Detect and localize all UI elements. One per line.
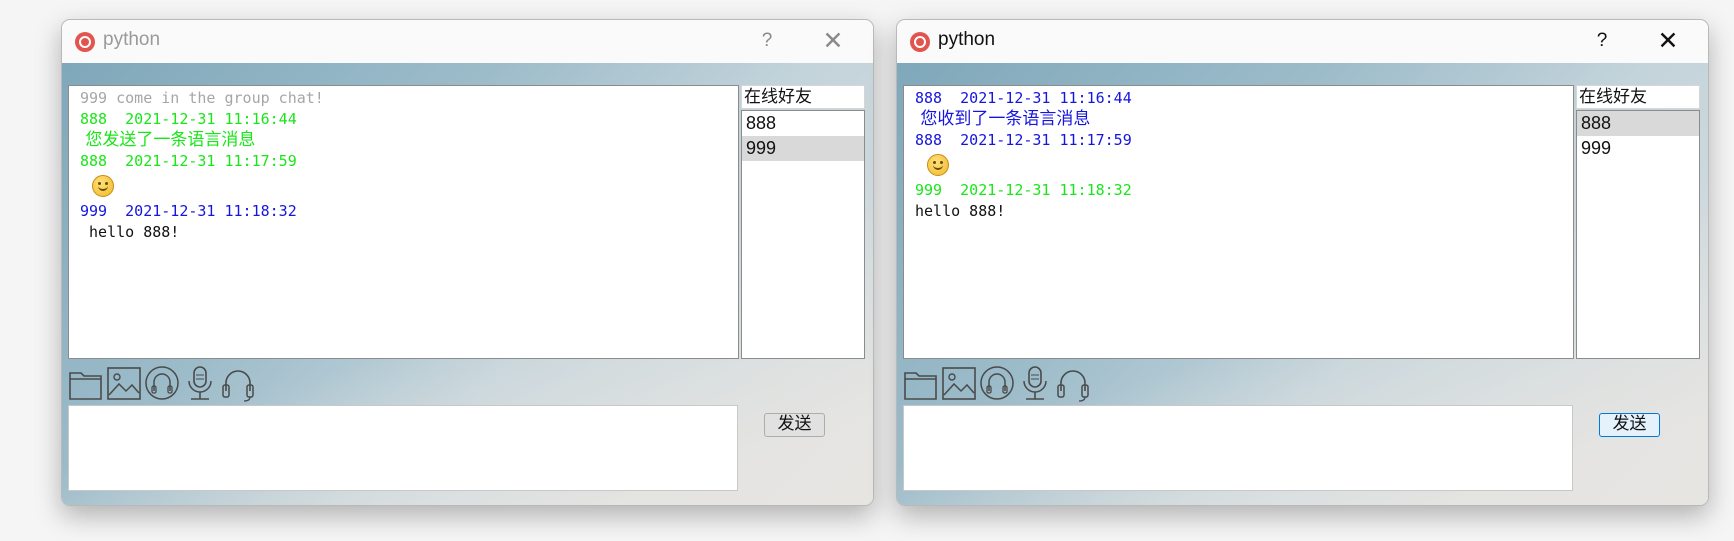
window-title: python [938, 29, 996, 50]
chat-line: 您收到了一条语言消息 [915, 109, 1091, 129]
online-friends-list[interactable]: 888 999 [741, 110, 865, 359]
friend-item-999[interactable]: 999 [742, 136, 864, 161]
toolbar [68, 365, 268, 402]
help-button[interactable]: ? [1579, 25, 1625, 57]
online-friends-header: 在线好友 [1576, 85, 1700, 109]
message-input[interactable] [68, 405, 738, 491]
message-input[interactable] [903, 405, 1573, 491]
chat-line: 999 2021-12-31 11:18:32 [80, 202, 297, 220]
send-button[interactable]: 发送 [764, 413, 825, 437]
chat-history[interactable]: 999 come in the group chat! 888 2021-12-3… [68, 85, 739, 359]
chat-line: 888 2021-12-31 11:17:59 [915, 131, 1132, 149]
chat-line: hello 888! [915, 202, 1006, 220]
image-icon[interactable] [106, 365, 142, 402]
chat-line: 888 2021-12-31 11:16:44 [915, 89, 1132, 107]
online-friends-list[interactable]: 888 999 [1576, 110, 1700, 359]
folder-icon[interactable] [903, 365, 939, 402]
chat-line: hello 888! [80, 223, 180, 241]
image-icon[interactable] [941, 365, 977, 402]
title-bar[interactable]: python ? ✕ [62, 20, 873, 63]
window-title: python [103, 29, 161, 50]
headphones-icon[interactable] [220, 365, 256, 402]
microphone-icon[interactable] [182, 365, 218, 402]
microphone-icon[interactable] [1017, 365, 1053, 402]
python-app-icon [910, 32, 930, 52]
help-button[interactable]: ? [744, 25, 790, 57]
chat-line: 888 2021-12-31 11:16:44 [80, 110, 297, 128]
headset-outline-icon[interactable] [979, 365, 1015, 402]
headphones-icon[interactable] [1055, 365, 1091, 402]
chat-window-888: python ? ✕ 888 2021-12-31 11:16:44 您收到了一… [896, 19, 1709, 506]
chat-line: 999 2021-12-31 11:18:32 [915, 181, 1132, 199]
close-button[interactable]: ✕ [810, 25, 856, 57]
chat-line: 999 come in the group chat! [80, 89, 324, 107]
close-button[interactable]: ✕ [1645, 25, 1691, 57]
toolbar [903, 365, 1103, 402]
chat-window-999: python ? ✕ 999 come in the group chat! 88… [61, 19, 874, 506]
smiley-emoji-icon [927, 154, 949, 176]
send-button[interactable]: 发送 [1599, 413, 1660, 437]
chat-history[interactable]: 888 2021-12-31 11:16:44 您收到了一条语言消息 888 20… [903, 85, 1574, 359]
online-friends-header: 在线好友 [741, 85, 865, 109]
headset-outline-icon[interactable] [144, 365, 180, 402]
chat-line: 888 2021-12-31 11:17:59 [80, 152, 297, 170]
friend-item-999[interactable]: 999 [1577, 136, 1699, 161]
python-app-icon [75, 32, 95, 52]
folder-icon[interactable] [68, 365, 104, 402]
chat-emoji-line [915, 151, 1573, 180]
title-bar[interactable]: python ? ✕ [897, 20, 1708, 63]
window-client-area: 999 come in the group chat! 888 2021-12-3… [62, 63, 873, 505]
chat-emoji-line [80, 172, 738, 201]
friend-item-888[interactable]: 888 [1577, 111, 1699, 136]
friend-item-888[interactable]: 888 [742, 111, 864, 136]
smiley-emoji-icon [92, 175, 114, 197]
window-client-area: 888 2021-12-31 11:16:44 您收到了一条语言消息 888 20… [897, 63, 1708, 505]
chat-line: 您发送了一条语言消息 [80, 130, 256, 150]
